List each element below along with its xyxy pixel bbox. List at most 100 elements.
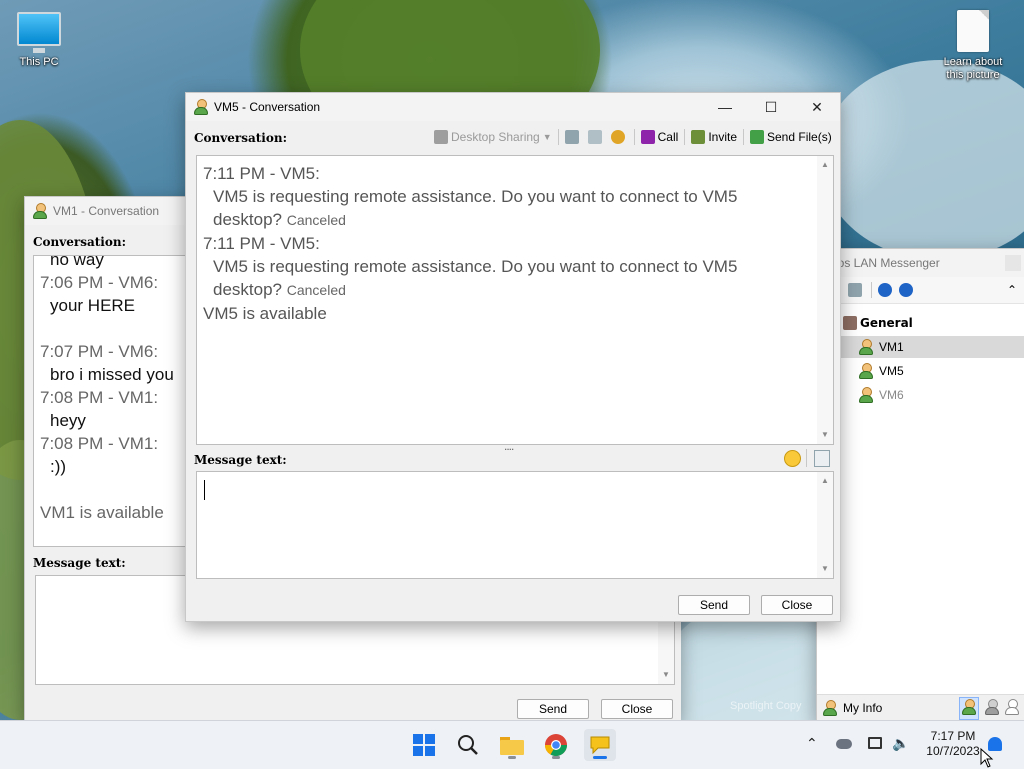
group-label: General [860, 316, 913, 330]
monitor-icon [17, 12, 61, 53]
status-offline-button[interactable] [1005, 698, 1019, 718]
conversation-label: Conversation: [33, 235, 126, 249]
group-icon [843, 316, 857, 330]
messenger-toolbar: ⌃ [817, 277, 1024, 304]
scroll-up-icon[interactable]: ▲ [817, 158, 833, 172]
messenger-titlebar: Itros LAN Messenger [817, 249, 1024, 277]
toolbar-separator [806, 449, 807, 467]
network-icon[interactable] [868, 737, 882, 749]
chevron-up-icon[interactable]: ⌃ [1007, 283, 1017, 297]
user-online-icon [859, 339, 873, 355]
running-indicator [593, 756, 607, 759]
running-indicator [508, 756, 516, 759]
learn-picture-desktop-icon[interactable]: Learn about this picture [938, 10, 1008, 82]
vm5-titlebar: VM5 - Conversation — ☐ ✕ [186, 93, 840, 121]
clock[interactable]: 7:17 PM 10/7/2023 [918, 729, 988, 759]
invite-button[interactable]: Invite [691, 130, 737, 144]
running-indicator [552, 756, 560, 759]
user-item-vm5[interactable]: VM5 [817, 360, 1024, 382]
canceled-note: Canceled [286, 282, 346, 298]
message-text: VM5 is requesting remote assistance. Do … [213, 187, 738, 206]
messenger-statusbar: My Info [817, 694, 1024, 721]
message-header: 7:11 PM - VM5: [203, 234, 320, 253]
close-button[interactable]: Close [761, 595, 833, 615]
scroll-down-icon[interactable]: ▼ [817, 562, 833, 576]
send-files-label: Send File(s) [767, 130, 832, 144]
info-icon[interactable] [899, 283, 913, 297]
font-edit-icon[interactable] [814, 450, 830, 467]
messenger-title: Itros LAN Messenger [827, 256, 940, 270]
close-icon[interactable] [1005, 255, 1021, 271]
notes-icon[interactable] [848, 283, 862, 297]
file-explorer-button[interactable] [496, 729, 528, 761]
maximize-icon[interactable]: ☐ [748, 93, 794, 121]
speech-bubble-icon [590, 736, 610, 755]
transfers-icon [587, 130, 602, 144]
volume-icon[interactable]: 🔈 [892, 735, 909, 752]
message-text: desktop? [213, 210, 282, 229]
scroll-down-icon[interactable]: ▼ [658, 668, 674, 682]
chrome-icon [545, 734, 567, 756]
tray-overflow-button[interactable]: ⌃ [806, 735, 818, 752]
my-info-button[interactable]: My Info [843, 701, 882, 715]
window-title: VM1 - Conversation [53, 204, 160, 218]
scroll-up-icon[interactable]: ▲ [817, 474, 833, 488]
user-online-icon [859, 363, 873, 379]
minimize-icon[interactable]: — [702, 93, 748, 121]
my-info-icon [823, 700, 837, 716]
user-item-vm6[interactable]: VM6 [817, 384, 1024, 406]
help-icon[interactable] [878, 283, 892, 297]
status-away-button[interactable] [985, 698, 999, 718]
history-icon [564, 130, 579, 144]
user-online-icon [33, 203, 47, 219]
desktop-icon-label: This PC [19, 56, 59, 68]
text-cursor [204, 480, 205, 500]
windows-start-icon [413, 734, 435, 756]
window-title: VM5 - Conversation [214, 100, 321, 114]
emoticon-icon[interactable] [784, 450, 801, 467]
user-name: VM5 [879, 364, 904, 378]
splitter-handle[interactable]: .... [504, 439, 514, 453]
close-button[interactable]: Close [601, 699, 673, 719]
close-icon[interactable]: ✕ [794, 93, 840, 121]
taskbar: ⌃ 🔈 7:17 PM 10/7/2023 [0, 720, 1024, 769]
user-online-icon [859, 387, 873, 403]
send-button[interactable]: Send [517, 699, 589, 719]
search-button[interactable] [452, 729, 484, 761]
call-button[interactable]: Call [640, 130, 679, 144]
settings-button[interactable] [610, 130, 628, 144]
invite-users-icon [691, 130, 706, 144]
status-online-button[interactable] [959, 696, 979, 720]
conversation-log: 7:11 PM - VM5: VM5 is requesting remote … [197, 156, 833, 331]
send-files-button[interactable]: Send File(s) [750, 130, 832, 144]
this-pc-desktop-icon[interactable]: This PC [4, 12, 74, 68]
onedrive-icon[interactable] [836, 739, 852, 749]
folder-icon [500, 737, 524, 755]
status-message: VM5 is available [203, 304, 327, 323]
vm5-conversation-window: VM5 - Conversation — ☐ ✕ Conversation: D… [185, 92, 841, 622]
start-button[interactable] [408, 729, 440, 761]
conversation-toolbar: Desktop Sharing ▼ Call Invite Send File(… [428, 129, 832, 145]
chrome-button[interactable] [540, 729, 572, 761]
call-label: Call [657, 130, 679, 144]
gear-icon [610, 130, 625, 144]
scroll-down-icon[interactable]: ▼ [817, 428, 833, 442]
scrollbar[interactable]: ▲ ▼ [817, 156, 833, 444]
history-button[interactable] [564, 130, 582, 144]
messenger-main-window: Itros LAN Messenger ⌃ General VM1 VM5 VM… [816, 248, 1024, 722]
desktop-sharing-button[interactable]: Desktop Sharing ▼ [434, 130, 552, 144]
vm5-message-input[interactable]: ▲ ▼ [196, 471, 834, 579]
conversation-label: Conversation: [194, 131, 287, 145]
transfers-button[interactable] [587, 130, 605, 144]
send-button[interactable]: Send [678, 595, 750, 615]
message-text: desktop? [213, 280, 282, 299]
message-header: 7:11 PM - VM5: [203, 164, 320, 183]
lan-messenger-button[interactable] [584, 729, 616, 761]
group-general[interactable]: General [817, 312, 1024, 334]
message-label: Message text: [194, 453, 287, 467]
wallpaper-credit: Spotlight Copy [730, 700, 802, 712]
clock-time: 7:17 PM [930, 729, 976, 743]
user-item-vm1[interactable]: VM1 [817, 336, 1024, 358]
scrollbar[interactable]: ▲ ▼ [817, 472, 833, 578]
vm5-conversation-area[interactable]: 7:11 PM - VM5: VM5 is requesting remote … [196, 155, 834, 445]
